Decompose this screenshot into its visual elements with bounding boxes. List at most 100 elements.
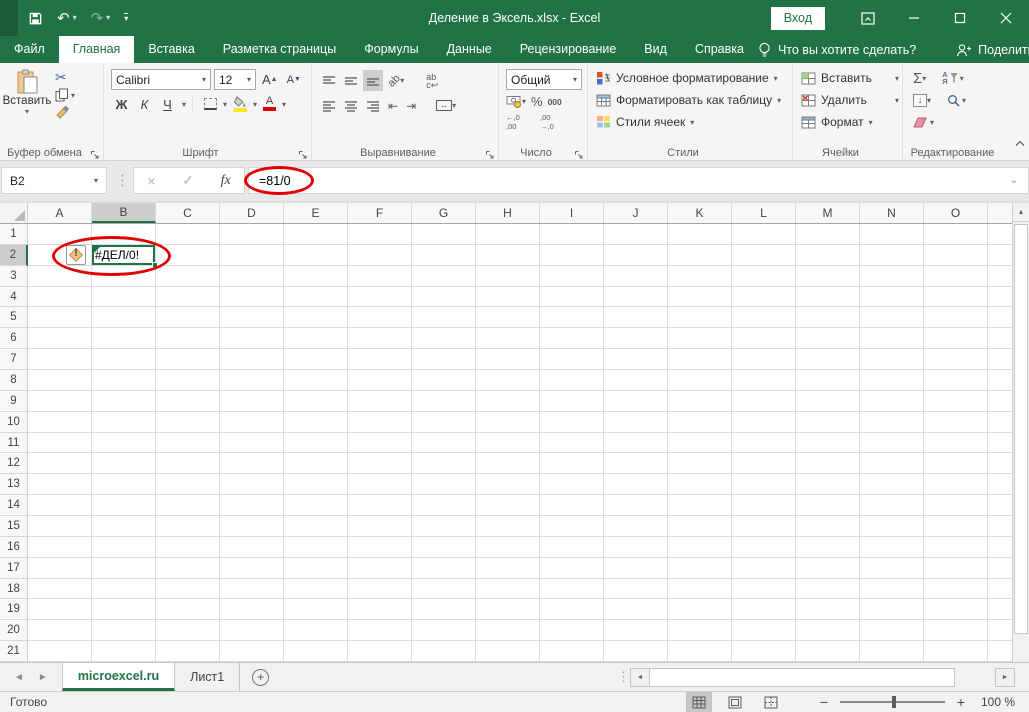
cell-G20[interactable] [412,620,476,642]
cell-L10[interactable] [732,411,796,433]
ribbon-display-options-button[interactable] [845,0,891,36]
cell-M16[interactable] [796,536,860,558]
cell-A3[interactable] [28,265,92,287]
cell-I14[interactable] [540,495,604,517]
cell-A7[interactable] [28,349,92,371]
cell-A5[interactable] [28,307,92,329]
cell-N12[interactable] [860,453,924,475]
page-break-view-button[interactable] [758,692,784,712]
accounting-format-button[interactable]: ▾ [506,95,526,108]
enter-formula-button[interactable]: ✓ [182,172,194,189]
row-header-10[interactable]: 10 [0,411,28,433]
cell-N8[interactable] [860,370,924,391]
cell-M5[interactable] [796,307,860,329]
cell-N13[interactable] [860,474,924,496]
cell-I17[interactable] [540,557,604,579]
cell-E5[interactable] [284,307,348,329]
cell-L18[interactable] [732,578,796,600]
cell-C21[interactable] [156,641,220,662]
cell-C11[interactable] [156,432,220,454]
column-header-F[interactable]: F [348,203,412,223]
cell-L11[interactable] [732,432,796,454]
cell-I12[interactable] [540,453,604,475]
dialog-launcher-clipboard[interactable] [90,147,100,159]
cell-I15[interactable] [540,516,604,537]
shrink-font-button[interactable]: А ▼ [284,69,304,90]
cell-O11[interactable] [924,432,988,454]
cell-J12[interactable] [604,453,668,475]
cell-L1[interactable] [732,224,796,245]
cell-C6[interactable] [156,328,220,350]
cell-O12[interactable] [924,453,988,475]
cell-D21[interactable] [220,641,284,662]
cell-A4[interactable] [28,286,92,308]
column-header-J[interactable]: J [604,203,668,223]
tab-Формулы[interactable]: Формулы [350,36,432,63]
tab-Главная[interactable]: Главная [58,36,135,63]
save-button[interactable] [28,11,43,26]
cell-G13[interactable] [412,474,476,496]
row-header-2[interactable]: 2 [0,244,28,266]
cell-N9[interactable] [860,390,924,412]
fill-handle[interactable] [152,261,158,268]
format-painter-button[interactable] [55,105,75,124]
cell-G17[interactable] [412,557,476,579]
cell-N19[interactable] [860,599,924,621]
column-header-A[interactable]: A [28,203,92,223]
cell-E15[interactable] [284,516,348,537]
new-sheet-button[interactable]: + [252,668,270,686]
cell-I18[interactable] [540,578,604,600]
cell-C1[interactable] [156,224,220,245]
cell-O7[interactable] [924,349,988,371]
cell-L6[interactable] [732,328,796,350]
font-color-button[interactable]: А [263,96,277,111]
cell-N20[interactable] [860,620,924,642]
cell-E20[interactable] [284,620,348,642]
cell-J19[interactable] [604,599,668,621]
cell-N17[interactable] [860,557,924,579]
column-header-E[interactable]: E [284,203,348,223]
tab-Разметка страницы[interactable]: Разметка страницы [209,36,350,63]
tab-Рецензирование[interactable]: Рецензирование [506,36,631,63]
cell-F14[interactable] [348,495,412,517]
cell-O17[interactable] [924,557,988,579]
row-header-20[interactable]: 20 [0,620,28,642]
cell-I5[interactable] [540,307,604,329]
cell-I13[interactable] [540,474,604,496]
cell-J7[interactable] [604,349,668,371]
paste-button[interactable]: Вставить ▾ [3,69,51,124]
cell-O2[interactable] [924,244,988,266]
cell-I21[interactable] [540,641,604,662]
cell-D13[interactable] [220,474,284,496]
minimize-button[interactable] [891,0,937,36]
tab-Данные[interactable]: Данные [433,36,506,63]
cell-C2[interactable] [156,244,220,266]
cell-D17[interactable] [220,557,284,579]
row-header-18[interactable]: 18 [0,578,28,600]
column-header-H[interactable]: H [476,203,540,223]
cell-I19[interactable] [540,599,604,621]
cell-D2[interactable] [220,244,284,266]
cell-B4[interactable] [92,286,156,308]
cell-F13[interactable] [348,474,412,496]
cell-K7[interactable] [668,349,732,371]
column-header-M[interactable]: M [796,203,860,223]
cell-M19[interactable] [796,599,860,621]
customize-qat-button[interactable]: ▾ [124,13,129,23]
cell-K12[interactable] [668,453,732,475]
cell-F1[interactable] [348,224,412,245]
cell-M20[interactable] [796,620,860,642]
cell-H3[interactable] [476,265,540,287]
cell-D1[interactable] [220,224,284,245]
name-box-dropdown-icon[interactable]: ▾ [94,176,98,185]
delete-cells-button[interactable]: Удалить ▾ [801,89,899,111]
cell-I10[interactable] [540,411,604,433]
cell-F8[interactable] [348,370,412,391]
cell-B11[interactable] [92,432,156,454]
orientation-button[interactable]: ab ▾ [385,70,407,91]
prev-sheet-button[interactable]: ◄ [14,672,24,683]
cell-K15[interactable] [668,516,732,537]
row-header-13[interactable]: 13 [0,474,28,496]
font-size-combo[interactable]: 12 ▾ [214,69,256,90]
cell-F16[interactable] [348,536,412,558]
